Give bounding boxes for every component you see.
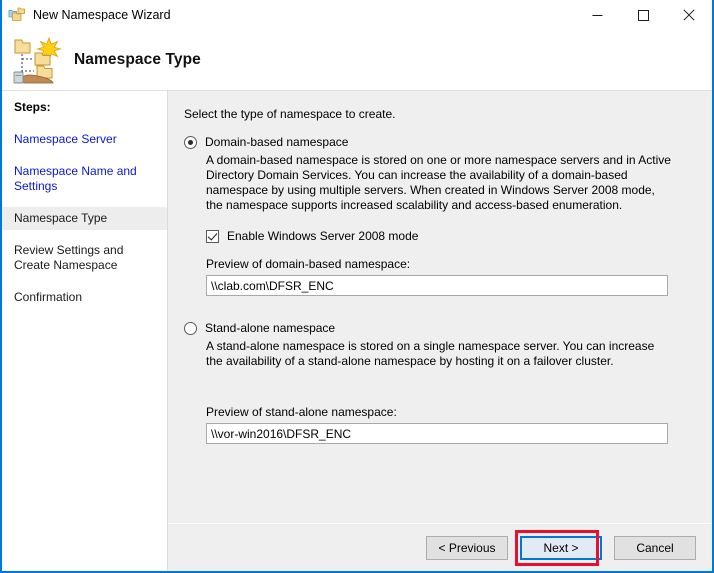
sidebar-item-review-settings: Review Settings and Create Namespace [2, 239, 167, 277]
sidebar-item-namespace-server[interactable]: Namespace Server [2, 128, 167, 151]
preview-domain-label: Preview of domain-based namespace: [206, 257, 694, 271]
checkbox-enable-2008-mode[interactable]: Enable Windows Server 2008 mode [206, 229, 694, 243]
title-bar: New Namespace Wizard [2, 0, 712, 30]
close-button[interactable] [666, 0, 712, 30]
steps-sidebar: Steps: Namespace Server Namespace Name a… [2, 91, 168, 571]
stand-alone-description: A stand-alone namespace is stored on a s… [206, 339, 674, 369]
new-namespace-icon [12, 35, 64, 85]
maximize-button[interactable] [620, 0, 666, 30]
button-bar: < Previous Next > Cancel [168, 523, 712, 571]
radio-stand-alone-namespace[interactable]: Stand-alone namespace [182, 321, 694, 335]
cancel-button[interactable]: Cancel [614, 536, 696, 560]
content-area: Select the type of namespace to create. … [168, 91, 712, 571]
page-title: Namespace Type [74, 51, 201, 69]
sidebar-item-namespace-type[interactable]: Namespace Type [2, 207, 167, 230]
previous-button[interactable]: < Previous [426, 536, 508, 560]
minimize-button[interactable] [574, 0, 620, 30]
checkbox-checked-icon[interactable] [206, 230, 219, 243]
preview-standalone-label: Preview of stand-alone namespace: [206, 405, 694, 419]
wizard-window: New Namespace Wizard [0, 0, 714, 573]
steps-label: Steps: [2, 100, 167, 114]
intro-text: Select the type of namespace to create. [184, 107, 694, 121]
namespace-wizard-icon [8, 6, 26, 24]
content-main: Select the type of namespace to create. … [168, 91, 712, 523]
wizard-body: Steps: Namespace Server Namespace Name a… [2, 91, 712, 571]
preview-standalone-input[interactable]: \\vor-win2016\DFSR_ENC [206, 423, 668, 444]
radio-stand-alone-label: Stand-alone namespace [205, 321, 335, 335]
sidebar-item-namespace-name-and-settings[interactable]: Namespace Name and Settings [2, 160, 167, 198]
window-title: New Namespace Wizard [33, 0, 171, 30]
wizard-header: Namespace Type [2, 30, 712, 91]
checkbox-label: Enable Windows Server 2008 mode [227, 229, 418, 243]
radio-unselected-icon[interactable] [184, 322, 197, 335]
window-controls [574, 0, 712, 30]
preview-domain-input[interactable]: \\clab.com\DFSR_ENC [206, 275, 668, 296]
next-button-wrapper: Next > [508, 536, 602, 560]
radio-domain-based-label: Domain-based namespace [205, 135, 348, 149]
radio-selected-icon[interactable] [184, 136, 197, 149]
sidebar-item-confirmation: Confirmation [2, 286, 167, 309]
next-button[interactable]: Next > [520, 536, 602, 560]
radio-domain-based-namespace[interactable]: Domain-based namespace [182, 135, 694, 149]
domain-based-description: A domain-based namespace is stored on on… [206, 153, 674, 213]
